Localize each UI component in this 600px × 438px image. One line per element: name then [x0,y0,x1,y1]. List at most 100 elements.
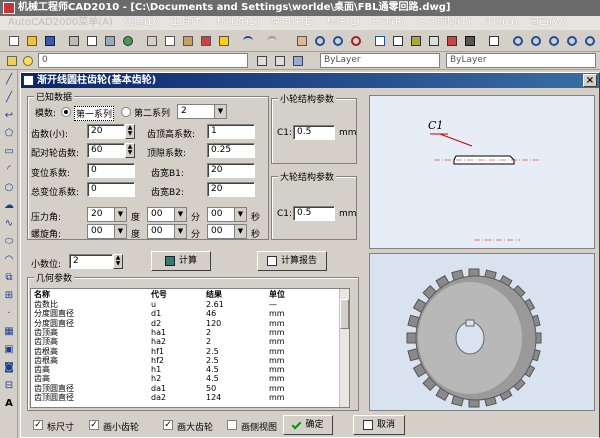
help-button[interactable] [486,33,501,48]
zoom-extents-button[interactable] [564,33,579,48]
zoom-scale-button[interactable] [582,33,597,48]
width1-input[interactable]: 20 [207,163,255,178]
table-row[interactable]: 齿根高 hf1 2.5 mm [31,347,341,356]
table-row[interactable]: 齿顶圆直径 da2 124 mm [31,394,341,402]
zoom-realtime-button[interactable] [312,33,327,48]
publish-button[interactable] [102,33,117,48]
cut-button[interactable] [144,33,159,48]
tool-palette-button[interactable] [408,33,423,48]
block-editor-button[interactable] [216,33,231,48]
new-file-button[interactable] [6,33,21,48]
layer-tools-button[interactable] [290,53,305,68]
zoom-previous-button[interactable] [348,33,363,48]
big-c1-input[interactable]: 0.5 [293,206,335,221]
report-button[interactable]: 计算报告 [257,251,327,271]
pressure-sec-select[interactable]: 00 ▼ [207,207,247,222]
table-row[interactable]: 齿顶圆直径 da1 50 mm [31,384,341,393]
draw-big-gear-checkbox[interactable]: ✓ [163,420,173,430]
dialog-close-button[interactable]: × [583,74,597,87]
region-tool[interactable]: ◙ [3,362,15,374]
table-row[interactable]: 齿高 h1 4.5 mm [31,366,341,374]
color-select[interactable]: ByLayer [320,53,440,68]
calculator-button[interactable] [462,33,477,48]
layer-previous-button[interactable] [272,53,287,68]
make-current-layer-button[interactable] [254,53,269,68]
menu-acad[interactable]: AutoCAD2000菜单(A) [8,17,113,28]
print-preview-button[interactable] [84,33,99,48]
point-tool[interactable]: · [3,308,15,320]
layer-state-button[interactable] [20,53,35,68]
table-row[interactable]: 分度圆直径 d1 46 mm [31,310,341,318]
module-select[interactable]: 2 ▼ [177,104,227,119]
spline-tool[interactable]: ∿ [3,218,15,230]
circle-tool[interactable]: ○ [3,182,15,194]
ellipse-arc-tool[interactable]: ◠ [3,254,15,266]
calculate-button[interactable]: 计算 [151,251,211,271]
table-row[interactable]: 齿高 h2 4.5 mm [31,375,341,383]
decimals-spinner[interactable]: ▲ ▼ [113,254,123,269]
dimension-checkbox[interactable]: ✓ [33,420,43,430]
pressure-min-select[interactable]: 00 ▼ [147,207,187,222]
table-scrollbar[interactable] [339,289,349,407]
mating-teeth-spinner[interactable]: ▲ ▼ [125,143,135,158]
menu-tools[interactable]: 工具(T) [171,17,205,28]
draw-small-gear-checkbox[interactable]: ✓ [89,420,99,430]
menu-other[interactable]: 其它(O) [482,17,518,28]
total-shift-input[interactable]: 0 [87,182,135,197]
menu-common-parts[interactable]: 常用件(E) [271,17,315,28]
insert-block-tool[interactable]: ⧉ [3,272,15,284]
open-file-button[interactable] [24,33,39,48]
helix-min-select[interactable]: 00 ▼ [147,224,187,239]
table-row[interactable]: 齿顶高 ha1 2 mm [31,328,341,337]
zoom-window-button[interactable] [330,33,345,48]
redo-button[interactable] [264,33,279,48]
polygon-tool[interactable]: ⬠ [3,128,15,140]
layer-select[interactable]: 0 [38,53,248,68]
copy-button[interactable] [162,33,177,48]
menu-annotate[interactable]: 标注(L) [327,17,360,28]
addendum-coef-input[interactable]: 1 [207,124,255,139]
cancel-button[interactable]: 取消 [353,415,405,435]
decimals-input[interactable]: 2 [69,254,113,269]
small-c1-input[interactable]: 0.5 [293,125,335,140]
series2-radio[interactable] [121,107,131,117]
width2-input[interactable]: 20 [207,182,255,197]
undo-button[interactable] [240,33,255,48]
mating-teeth-input[interactable]: 60 [87,143,125,158]
linetype-select[interactable]: ByLayer [446,53,596,68]
save-button[interactable] [42,33,57,48]
ellipse-tool[interactable]: ⬭ [3,236,15,248]
polyline-tool[interactable]: ↩ [3,110,15,122]
pressure-deg-select[interactable]: 20 ▼ [87,207,127,222]
table-tool[interactable]: ⊟ [3,380,15,392]
clearance-coef-input[interactable]: 0.25 [207,143,255,158]
teeth-spinner[interactable]: ▲ ▼ [125,124,135,139]
table-row[interactable]: 齿顶高 ha2 2 mm [31,338,341,346]
helix-sec-select[interactable]: 00 ▼ [207,224,247,239]
hatch-tool[interactable]: ▦ [3,326,15,338]
web-button[interactable] [120,33,135,48]
table-row[interactable]: 齿根高 hf2 2.5 mm [31,356,341,365]
table-row[interactable]: 分度圆直径 d2 120 mm [31,319,341,328]
line-tool[interactable]: ╱ [3,74,15,86]
scroll-thumb[interactable] [340,299,349,329]
design-center-button[interactable] [390,33,405,48]
helix-deg-select[interactable]: 00 ▼ [87,224,127,239]
make-block-tool[interactable]: ⊞ [3,290,15,302]
paste-button[interactable] [180,33,195,48]
zoom-out-button[interactable] [528,33,543,48]
teeth-input[interactable]: 20 [87,124,125,139]
properties-button[interactable] [372,33,387,48]
arc-tool[interactable]: ◜ [3,164,15,176]
zoom-in-button[interactable] [510,33,525,48]
zoom-all-button[interactable] [546,33,561,48]
shift-input[interactable]: 0 [87,163,135,178]
series1-radio[interactable] [61,107,71,117]
text-tool[interactable]: A [3,398,15,410]
menu-window[interactable]: 窗口(W) [529,17,567,28]
layer-manager-button[interactable] [4,53,19,68]
menu-dimension[interactable]: 尺寸(R) [371,17,406,28]
sheet-set-button[interactable] [426,33,441,48]
match-properties-button[interactable] [198,33,213,48]
markup-button[interactable] [444,33,459,48]
